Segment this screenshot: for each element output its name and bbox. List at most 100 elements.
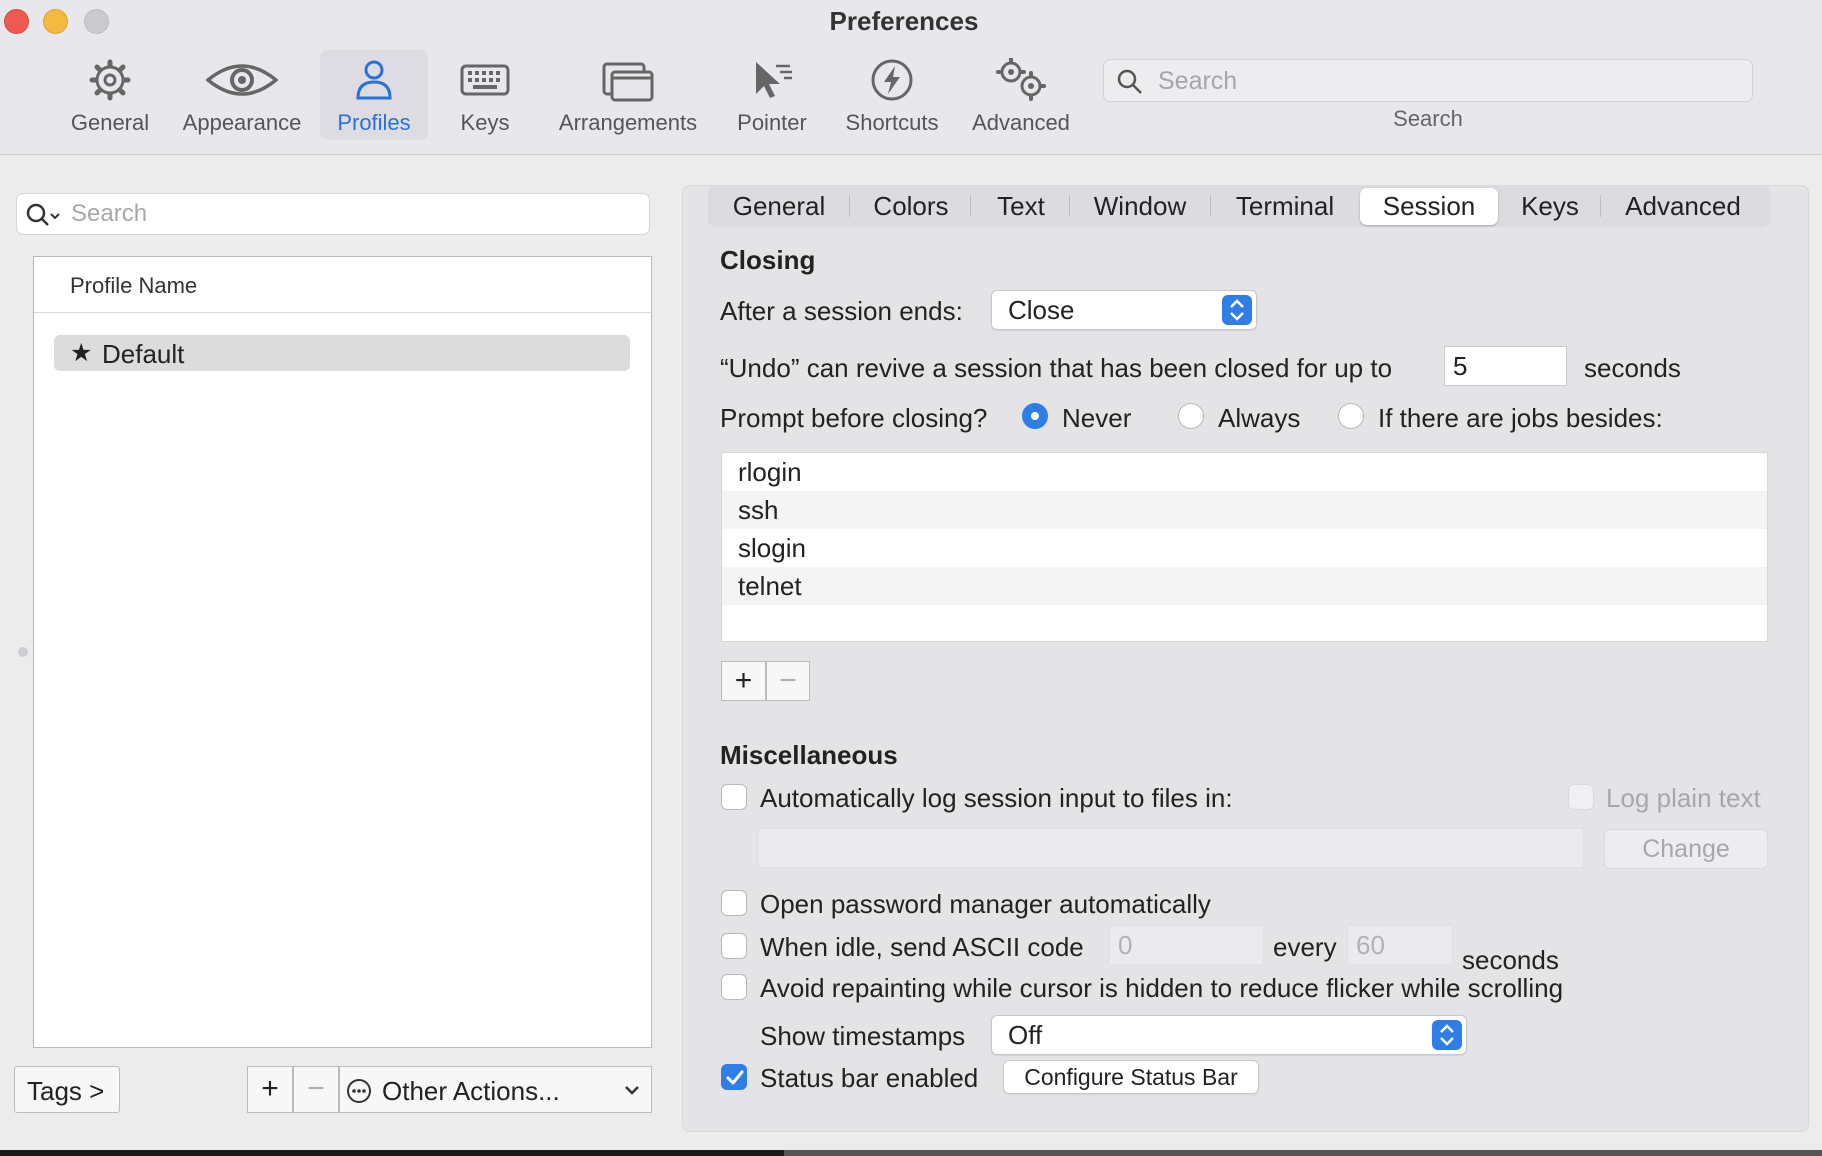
profile-list: Profile Name ★ Default <box>33 256 652 1048</box>
after-session-value: Close <box>1008 295 1075 325</box>
log-path-field[interactable] <box>758 828 1584 868</box>
chevron-down-icon <box>625 1086 639 1095</box>
profile-name: Default <box>102 339 185 369</box>
remove-job-button[interactable]: − <box>766 661 810 701</box>
add-profile-label: + <box>261 1072 279 1105</box>
idle-unit-label: seconds <box>1462 945 1559 975</box>
prompt-never-label: Never <box>1062 403 1132 433</box>
idle-interval-field[interactable]: 60 <box>1347 925 1453 965</box>
idle-ascii-label: When idle, send ASCII code <box>760 932 1084 962</box>
after-session-label: After a session ends: <box>720 296 963 326</box>
idle-ascii-code-field[interactable]: 0 <box>1109 925 1264 965</box>
tab-divider <box>849 195 850 217</box>
job-name: ssh <box>738 495 779 525</box>
toolbar-general[interactable]: General <box>62 50 158 140</box>
timestamps-label: Show timestamps <box>760 1021 966 1051</box>
prompt-jobs-radio[interactable] <box>1338 403 1364 429</box>
auto-log-checkbox[interactable] <box>721 784 747 810</box>
person-icon <box>356 60 392 100</box>
popup-stepper-icon <box>1432 1020 1462 1050</box>
toolbar-keys[interactable]: Keys <box>450 50 520 140</box>
other-actions-menu[interactable]: Other Actions... <box>339 1066 652 1113</box>
remove-job-label: − <box>779 664 797 697</box>
toolbar-profiles[interactable]: Profiles <box>320 50 428 140</box>
undo-label: “Undo” can revive a session that has bee… <box>720 353 1393 383</box>
undo-unit-label: seconds <box>1584 353 1681 383</box>
prompt-never-radio[interactable] <box>1022 403 1048 429</box>
toolbar-pointer-label: Pointer <box>737 110 807 135</box>
log-plain-text-checkbox[interactable] <box>1568 784 1594 810</box>
toolbar-appearance[interactable]: Appearance <box>176 50 308 140</box>
timestamps-popup[interactable]: Off <box>991 1015 1467 1055</box>
job-name: slogin <box>738 533 806 563</box>
tab-general[interactable]: General <box>716 185 842 227</box>
password-manager-label: Open password manager automatically <box>760 889 1211 919</box>
other-actions-label: Other Actions... <box>382 1076 560 1106</box>
password-manager-checkbox[interactable] <box>721 890 747 916</box>
prompt-always-radio[interactable] <box>1178 403 1204 429</box>
tags-button-label: Tags > <box>27 1076 105 1106</box>
toolbar-pointer[interactable]: Pointer <box>732 50 812 140</box>
tags-button[interactable]: Tags > <box>14 1066 120 1113</box>
toolbar-search-input[interactable]: Search <box>1103 59 1753 102</box>
status-bar-checkbox[interactable] <box>721 1064 747 1090</box>
tab-divider <box>1600 195 1601 217</box>
search-icon <box>26 203 60 226</box>
toolbar-shortcuts[interactable]: Shortcuts <box>836 50 948 140</box>
profile-list-header[interactable]: Profile Name <box>34 257 651 313</box>
gear-icon <box>89 59 131 101</box>
configure-status-bar-button[interactable]: Configure Status Bar <box>1003 1060 1259 1094</box>
idle-every-label: every <box>1273 932 1337 962</box>
toolbar-keys-label: Keys <box>460 110 510 135</box>
status-bar-label: Status bar enabled <box>760 1063 979 1093</box>
toolbar-search-placeholder: Search <box>1158 67 1238 95</box>
change-button[interactable]: Change <box>1604 829 1768 869</box>
list-item[interactable]: slogin <box>722 529 1767 567</box>
idle-ascii-code-value: 0 <box>1118 930 1133 960</box>
profile-search-input[interactable]: Search <box>16 193 650 235</box>
list-item[interactable]: ssh <box>722 491 1767 529</box>
gears-icon <box>996 58 1046 101</box>
list-item[interactable]: telnet <box>722 567 1767 605</box>
tab-text[interactable]: Text <box>978 185 1064 227</box>
toolbar-arrangements[interactable]: Arrangements <box>552 50 704 140</box>
split-view-handle[interactable] <box>18 647 28 657</box>
avoid-repaint-checkbox[interactable] <box>721 974 747 1000</box>
tab-keys[interactable]: Keys <box>1506 185 1594 227</box>
tab-window[interactable]: Window <box>1078 185 1202 227</box>
job-name: telnet <box>738 571 802 601</box>
more-icon <box>347 1079 371 1103</box>
idle-ascii-checkbox[interactable] <box>721 933 747 959</box>
tab-session[interactable]: Session <box>1360 188 1498 225</box>
profile-name-column-header: Profile Name <box>70 273 198 298</box>
remove-profile-button[interactable]: − <box>293 1066 339 1113</box>
tab-terminal[interactable]: Terminal <box>1218 185 1352 227</box>
toolbar-profiles-label: Profiles <box>337 110 411 135</box>
timestamps-value: Off <box>1008 1020 1043 1050</box>
profile-search-placeholder: Search <box>71 200 148 227</box>
log-plain-text-label: Log plain text <box>1606 783 1761 813</box>
toolbar-search-caption: Search <box>1393 106 1463 131</box>
after-session-popup[interactable]: Close <box>991 290 1257 330</box>
add-job-button[interactable]: + <box>721 661 766 701</box>
window-bottom-edge <box>784 1150 1822 1156</box>
undo-seconds-value: 5 <box>1453 351 1468 381</box>
eye-icon <box>206 64 278 96</box>
toolbar-advanced-label: Advanced <box>972 110 1070 135</box>
toolbar-advanced[interactable]: Advanced <box>966 50 1076 140</box>
windows-icon <box>602 62 654 102</box>
pointer-icon <box>756 62 792 98</box>
undo-seconds-field[interactable]: 5 <box>1444 346 1567 386</box>
profile-row-default[interactable]: ★ Default <box>54 335 630 371</box>
list-item[interactable]: rlogin <box>722 453 1767 491</box>
toolbar-shortcuts-label: Shortcuts <box>845 110 939 135</box>
toolbar-general-label: General <box>70 110 150 135</box>
checkmark-icon <box>726 1070 744 1085</box>
prompt-label: Prompt before closing? <box>720 403 988 433</box>
tab-divider <box>1210 195 1211 217</box>
tab-advanced[interactable]: Advanced <box>1608 185 1758 227</box>
keyboard-icon <box>460 64 510 96</box>
tab-colors[interactable]: Colors <box>858 185 964 227</box>
prompt-jobs-label: If there are jobs besides: <box>1378 403 1663 433</box>
add-profile-button[interactable]: + <box>247 1066 293 1113</box>
